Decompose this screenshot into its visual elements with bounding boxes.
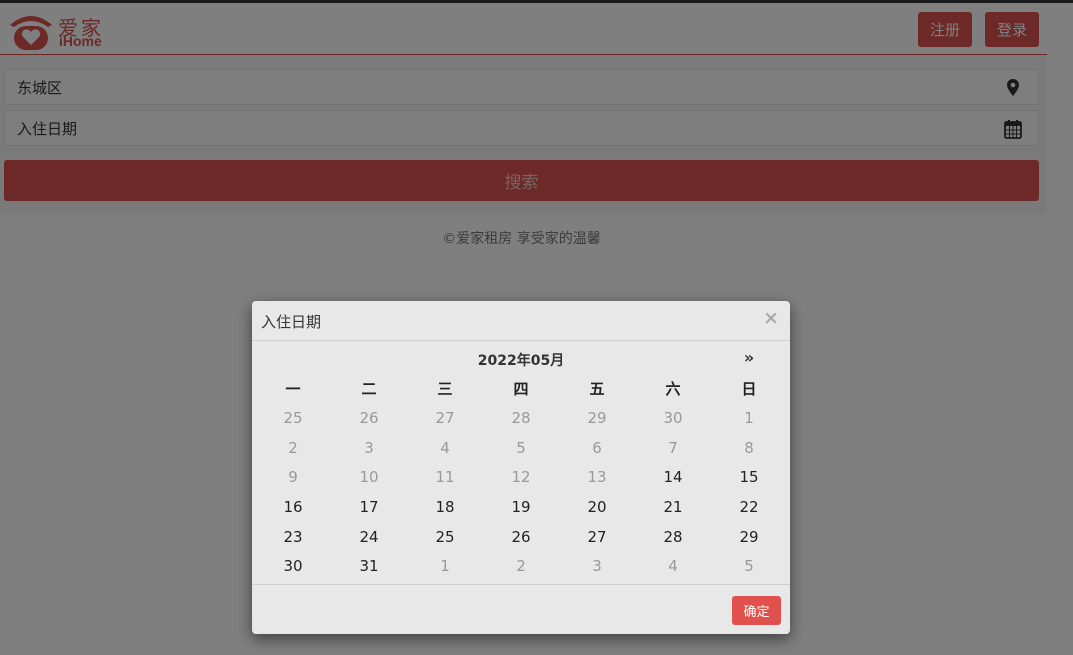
calendar-day[interactable]: 15	[711, 462, 787, 492]
calendar-day[interactable]: 20	[559, 492, 635, 522]
calendar-day[interactable]: 27	[559, 522, 635, 552]
calendar-day: 2	[288, 438, 298, 457]
calendar-day: 1	[440, 557, 450, 576]
calendar-day: 8	[744, 438, 754, 457]
calendar-day[interactable]: 18	[407, 492, 483, 522]
calendar-day[interactable]: 31	[331, 551, 407, 581]
weekday-header: 日	[741, 380, 757, 398]
calendar-day[interactable]: 22	[711, 492, 787, 522]
calendar-day[interactable]: 24	[331, 522, 407, 552]
calendar-day: 12	[511, 468, 531, 487]
calendar-day: 13	[587, 468, 607, 487]
calendar-day: 5	[744, 557, 754, 576]
calendar-day[interactable]: 14	[635, 462, 711, 492]
weekday-header: 六	[665, 380, 681, 398]
calendar-day: 5	[516, 438, 526, 457]
calendar-day: 7	[668, 438, 678, 457]
calendar-day[interactable]: 17	[331, 492, 407, 522]
calendar-day[interactable]: 28	[635, 522, 711, 552]
calendar-day: 11	[435, 468, 455, 487]
calendar-day[interactable]: 29	[711, 522, 787, 552]
calendar-day: 25	[283, 408, 303, 427]
calendar-day: 4	[668, 557, 678, 576]
calendar-day: 30	[663, 408, 683, 427]
calendar-day[interactable]: 30	[255, 551, 331, 581]
calendar-day: 28	[511, 408, 531, 427]
weekday-header: 三	[437, 380, 453, 398]
modal-header: 入住日期 ×	[252, 301, 790, 341]
modal-title: 入住日期	[261, 313, 322, 331]
calendar-day: 3	[592, 557, 602, 576]
calendar-day: 10	[359, 468, 379, 487]
calendar: 2022年05月 » 一二三四五六日 25 26 27 28 29 30 1 2 3 4 5 6 7 8 9 1…	[255, 344, 787, 581]
calendar-day[interactable]: 26	[483, 522, 559, 552]
weekday-header: 一	[285, 380, 301, 398]
calendar-day: 29	[587, 408, 607, 427]
confirm-button[interactable]: 确定	[732, 596, 781, 625]
calendar-day: 6	[592, 438, 602, 457]
calendar-month-label: 2022年05月	[477, 353, 565, 369]
date-picker-modal: 入住日期 × 2022年05月 » 一二三四五六日 25 26 27 28 29 30 1 2 3…	[252, 301, 790, 634]
calendar-day[interactable]: 19	[483, 492, 559, 522]
calendar-day: 3	[364, 438, 374, 457]
next-month-button[interactable]: »	[742, 348, 756, 367]
calendar-day: 2	[516, 557, 526, 576]
calendar-grid: 一二三四五六日 25 26 27 28 29 30 1 2 3 4 5 6 7 8 9 10 11 12 13 14 15…	[255, 374, 787, 581]
calendar-day[interactable]: 23	[255, 522, 331, 552]
calendar-day: 27	[435, 408, 455, 427]
calendar-day[interactable]: 16	[255, 492, 331, 522]
calendar-day: 26	[359, 408, 379, 427]
close-icon[interactable]: ×	[763, 307, 779, 329]
calendar-header: 2022年05月 »	[255, 344, 787, 374]
calendar-day[interactable]: 21	[635, 492, 711, 522]
weekday-header: 四	[513, 380, 529, 398]
weekday-header: 二	[361, 380, 377, 398]
modal-footer: 确定	[252, 584, 790, 634]
calendar-day[interactable]: 25	[407, 522, 483, 552]
calendar-day: 4	[440, 438, 450, 457]
calendar-day: 9	[288, 468, 298, 487]
calendar-day: 1	[744, 408, 754, 427]
weekday-header: 五	[589, 380, 605, 398]
